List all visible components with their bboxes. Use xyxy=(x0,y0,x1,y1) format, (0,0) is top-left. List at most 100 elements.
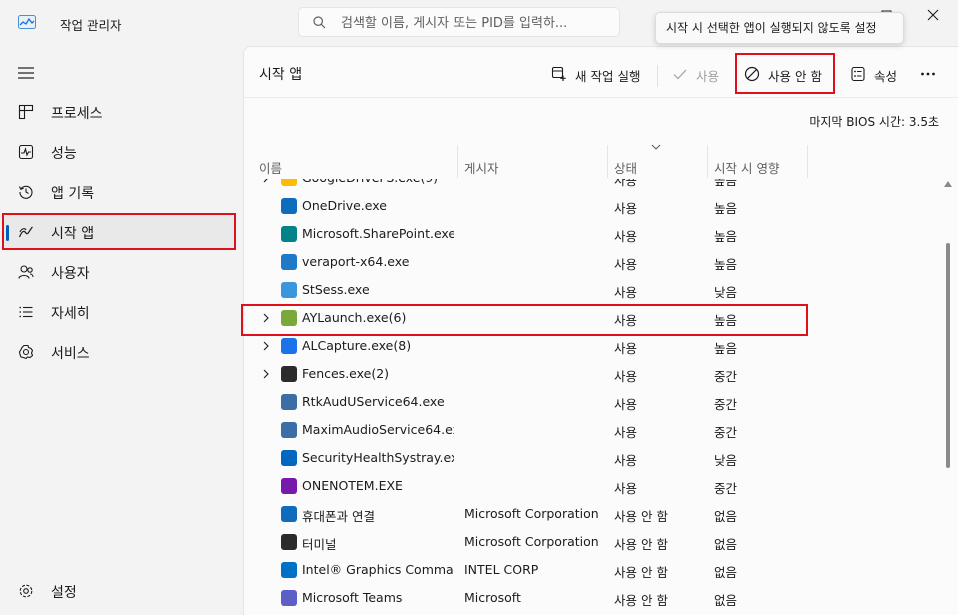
services-icon xyxy=(18,344,34,360)
table-row[interactable]: Microsoft Teams Microsoft 사용 안 함 없음 xyxy=(244,584,944,612)
app-icon xyxy=(281,338,297,354)
sidebar-item-label: 성능 xyxy=(51,146,77,162)
table-row[interactable]: ONENOTEM.EXE 사용 중간 xyxy=(244,472,944,500)
enable-button[interactable]: 사용 xyxy=(672,59,724,89)
app-icon xyxy=(281,394,297,410)
table-row[interactable]: StSess.exe 사용 낮음 xyxy=(244,276,944,304)
sidebar-item-details[interactable]: 자세히 xyxy=(4,295,235,329)
more-options-button[interactable] xyxy=(920,59,944,89)
new-task-button[interactable]: 새 작업 실행 xyxy=(551,59,647,89)
status-text: 사용 xyxy=(614,201,638,216)
publisher-name: INTEL CORP xyxy=(464,562,539,577)
properties-label: 속성 xyxy=(874,69,898,84)
scroll-up-arrow-icon[interactable] xyxy=(944,181,952,187)
disable-button[interactable]: 사용 안 함 xyxy=(744,59,832,89)
table-row[interactable]: GoogleDriveFS.exe(9) 사용 높음 xyxy=(244,179,944,192)
sidebar-item-label: 사용자 xyxy=(51,266,90,282)
publisher-name: Microsoft Corporation xyxy=(464,534,599,549)
chevron-right-icon[interactable] xyxy=(260,179,272,184)
properties-button[interactable]: 속성 xyxy=(850,59,906,89)
active-indicator xyxy=(6,225,9,241)
sidebar-item-app-history[interactable]: 앱 기록 xyxy=(4,175,235,209)
table-row[interactable]: MaximAudioService64.exe 사용 중간 xyxy=(244,416,944,444)
status-text: 사용 xyxy=(614,453,638,468)
table-row[interactable]: SecurityHealthSystray.exe 사용 낮음 xyxy=(244,444,944,472)
table-row[interactable]: 휴대폰과 연결 Microsoft Corporation 사용 안 함 없음 xyxy=(244,500,944,528)
column-header-status[interactable]: 상태 xyxy=(614,158,637,177)
sidebar-item-users[interactable]: 사용자 xyxy=(4,255,235,289)
startup-impact: 없음 xyxy=(714,593,738,608)
toolbar-divider xyxy=(657,65,658,87)
status-text: 사용 xyxy=(614,179,638,188)
status-text: 사용 xyxy=(614,229,638,244)
app-icon xyxy=(281,590,297,606)
app-icon xyxy=(281,226,297,242)
enable-label: 사용 xyxy=(696,69,720,84)
vertical-scrollbar-thumb[interactable] xyxy=(946,243,950,468)
close-button[interactable] xyxy=(910,0,956,32)
status-text: 사용 안 함 xyxy=(614,593,668,608)
status-text: 사용 안 함 xyxy=(614,509,668,524)
table-row[interactable]: AYLaunch.exe(6) 사용 높음 xyxy=(244,304,944,332)
table-row[interactable]: veraport-x64.exe 사용 높음 xyxy=(244,248,944,276)
column-header-publisher[interactable]: 게시자 xyxy=(464,158,499,177)
column-divider[interactable] xyxy=(707,145,708,178)
app-icon xyxy=(281,562,297,578)
app-name: RtkAudUService64.exe xyxy=(302,394,445,409)
app-name: 휴대폰과 연결 xyxy=(302,509,375,524)
hamburger-menu-icon[interactable] xyxy=(14,60,40,86)
disable-tooltip: 시작 시 선택한 앱이 실행되지 않도록 설정 xyxy=(655,12,904,44)
chevron-right-icon[interactable] xyxy=(260,368,272,380)
column-divider[interactable] xyxy=(607,145,608,178)
startup-impact: 중간 xyxy=(714,397,738,412)
startup-impact: 중간 xyxy=(714,481,738,496)
close-icon xyxy=(927,9,939,21)
window-title: 작업 관리자 xyxy=(60,18,122,33)
column-divider[interactable] xyxy=(807,145,808,178)
search-box[interactable] xyxy=(298,7,620,37)
startup-impact: 높음 xyxy=(714,257,738,272)
app-icon xyxy=(281,310,297,326)
sidebar-item-processes[interactable]: 프로세스 xyxy=(4,95,235,129)
processes-icon xyxy=(18,104,34,120)
startup-impact: 없음 xyxy=(714,509,738,524)
table-row[interactable]: 터미널 Microsoft Corporation 사용 안 함 없음 xyxy=(244,528,944,556)
users-icon xyxy=(18,265,34,279)
app-name: StSess.exe xyxy=(302,282,370,297)
sidebar-item-services[interactable]: 서비스 xyxy=(4,335,235,369)
chevron-right-icon[interactable] xyxy=(260,312,272,324)
table-row[interactable]: Fences.exe(2) 사용 중간 xyxy=(244,360,944,388)
sidebar-item-startup-apps[interactable]: 시작 앱 xyxy=(4,215,235,249)
table-row[interactable]: RtkAudUService64.exe 사용 중간 xyxy=(244,388,944,416)
startup-impact: 없음 xyxy=(714,565,738,580)
checkmark-icon xyxy=(673,69,687,80)
app-icon xyxy=(281,254,297,270)
status-text: 사용 xyxy=(614,425,638,440)
app-name: ALCapture.exe(8) xyxy=(302,338,412,353)
table-row[interactable]: Intel® Graphics Command Center INTEL CORP… xyxy=(244,556,944,584)
startup-impact: 낮음 xyxy=(714,285,738,300)
status-text: 사용 xyxy=(614,397,638,412)
status-text: 사용 xyxy=(614,369,638,384)
main-panel: 시작 앱 새 작업 실행 사용 사용 안 함 속성 마지막 BIOS 시간: 3… xyxy=(243,46,958,615)
column-divider[interactable] xyxy=(457,145,458,178)
app-name: 터미널 xyxy=(302,537,337,552)
app-name: Intel® Graphics Command Center xyxy=(302,562,454,577)
chevron-right-icon[interactable] xyxy=(260,340,272,352)
search-input[interactable] xyxy=(339,12,613,34)
startup-impact: 낮음 xyxy=(714,453,738,468)
app-name: veraport-x64.exe xyxy=(302,254,410,269)
sidebar-item-label: 시작 앱 xyxy=(51,226,95,242)
app-icon xyxy=(281,198,297,214)
column-header-name[interactable]: 이름 xyxy=(259,158,282,177)
table-row[interactable]: Microsoft.SharePoint.exe 사용 높음 xyxy=(244,220,944,248)
app-history-icon xyxy=(19,185,33,199)
status-text: 사용 xyxy=(614,285,638,300)
sidebar-item-performance[interactable]: 성능 xyxy=(4,135,235,169)
settings-gear-icon xyxy=(19,584,33,598)
table-row[interactable]: ALCapture.exe(8) 사용 높음 xyxy=(244,332,944,360)
column-header-startup-impact[interactable]: 시작 시 영향 xyxy=(714,158,779,177)
sidebar-item-settings[interactable]: 설정 xyxy=(4,574,235,608)
app-name: OneDrive.exe xyxy=(302,198,387,213)
table-row[interactable]: OneDrive.exe 사용 높음 xyxy=(244,192,944,220)
